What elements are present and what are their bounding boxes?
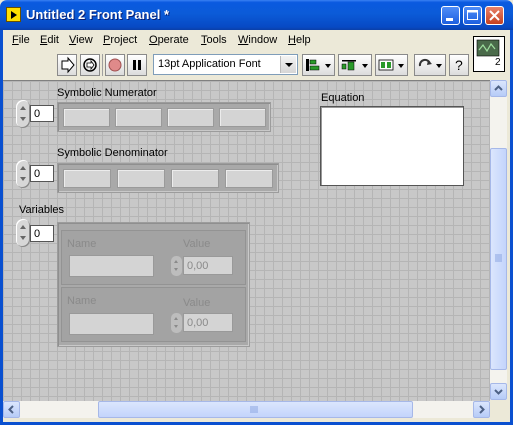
menu-edit[interactable]: Edit <box>40 34 59 46</box>
distribute-icon <box>341 60 368 71</box>
denominator-index-spinner[interactable] <box>16 160 30 188</box>
reorder-icon <box>418 58 442 68</box>
align-objects-button[interactable] <box>302 54 335 76</box>
menu-view[interactable]: View <box>69 34 93 46</box>
chevron-down-icon[interactable] <box>280 56 296 73</box>
menu-help[interactable]: Help <box>288 34 311 46</box>
chevron-up-icon <box>494 85 503 91</box>
equation-label: Equation <box>321 92 365 104</box>
numerator-element[interactable] <box>63 108 110 127</box>
numerator-label: Symbolic Numerator <box>57 87 157 99</box>
resize-icon <box>378 59 404 71</box>
vertical-scroll-thumb[interactable] <box>490 148 507 370</box>
denominator-element[interactable] <box>63 169 111 188</box>
numerator-array <box>57 102 271 132</box>
align-icon <box>306 59 331 71</box>
maximize-icon <box>467 10 478 20</box>
scroll-up-button[interactable] <box>490 80 507 97</box>
numerator-element[interactable] <box>167 108 214 127</box>
variable-value-spinner[interactable] <box>171 313 182 333</box>
variable-name-field[interactable] <box>69 255 154 277</box>
variable-value-spinner[interactable] <box>171 256 182 276</box>
denominator-label: Symbolic Denominator <box>57 147 168 159</box>
pause-icon <box>133 60 141 70</box>
variables-label: Variables <box>19 204 65 216</box>
variables-index-field[interactable]: 0 <box>30 225 54 242</box>
variables-array: Name Value 0,00 Name Value 0,00 <box>57 222 250 347</box>
run-button[interactable] <box>57 54 77 76</box>
menu-window[interactable]: Window <box>238 34 277 46</box>
variables-index-spinner[interactable] <box>16 219 30 247</box>
menu-file[interactable]: File <box>12 34 30 46</box>
title-bar[interactable]: Untitled 2 Front Panel * <box>0 0 513 30</box>
abort-button[interactable] <box>105 54 125 76</box>
resize-objects-button[interactable] <box>375 54 408 76</box>
labview-app-icon[interactable] <box>6 7 21 22</box>
pause-button[interactable] <box>127 54 147 76</box>
font-select-value: 13pt Application Font <box>158 58 261 70</box>
svg-text:?: ? <box>455 57 463 73</box>
numerator-index-field[interactable]: 0 <box>30 105 54 122</box>
minimize-icon <box>446 18 453 21</box>
menu-project[interactable]: Project <box>103 34 137 46</box>
variable-cluster: Name Value 0,00 <box>61 287 246 342</box>
horizontal-scroll-thumb[interactable] <box>98 401 413 418</box>
chevron-right-icon <box>479 405 485 414</box>
variable-name-field[interactable] <box>69 313 154 335</box>
distribute-objects-button[interactable] <box>338 54 372 76</box>
name-label: Name <box>67 238 97 250</box>
context-help-button[interactable]: ? <box>449 54 469 76</box>
menu-tools[interactable]: Tools <box>201 34 227 46</box>
denominator-index-field[interactable]: 0 <box>30 165 54 182</box>
value-label: Value <box>183 238 211 250</box>
vertical-scrollbar[interactable] <box>490 80 507 400</box>
denominator-element[interactable] <box>117 169 165 188</box>
numerator-element[interactable] <box>219 108 266 127</box>
close-icon <box>489 10 500 21</box>
chevron-down-icon <box>494 389 503 395</box>
variable-value: 0,00 <box>187 260 209 272</box>
scroll-down-button[interactable] <box>490 383 507 400</box>
denominator-index-value: 0 <box>34 168 41 180</box>
chevron-left-icon <box>8 405 14 414</box>
minimize-button[interactable] <box>441 6 460 25</box>
maximize-button[interactable] <box>463 6 482 25</box>
help-icon: ? <box>455 57 463 73</box>
run-continuously-button[interactable] <box>80 54 100 76</box>
horizontal-scrollbar[interactable] <box>3 401 490 418</box>
font-select[interactable]: 13pt Application Font <box>153 54 298 75</box>
denominator-array <box>57 163 279 193</box>
denominator-element[interactable] <box>225 169 273 188</box>
run-arrow-icon <box>61 56 75 74</box>
vi-connector-icon[interactable]: 2 <box>473 36 505 72</box>
variable-value: 0,00 <box>187 317 209 329</box>
equation-display[interactable] <box>320 106 464 186</box>
variable-value-field[interactable]: 0,00 <box>183 256 233 275</box>
scrollbar-corner <box>490 401 507 418</box>
value-label: Value <box>183 297 211 309</box>
toolbar-separator <box>102 54 103 76</box>
scroll-right-button[interactable] <box>473 401 490 418</box>
close-button[interactable] <box>485 6 504 25</box>
window-title: Untitled 2 Front Panel * <box>26 7 170 22</box>
vi-icon-number: 2 <box>495 57 501 68</box>
run-continuously-icon <box>83 58 97 72</box>
numerator-index-spinner[interactable] <box>16 100 30 128</box>
reorder-button[interactable] <box>414 54 446 76</box>
denominator-element[interactable] <box>171 169 219 188</box>
menu-bar: File Edit View Project Operate Tools Win… <box>3 30 473 50</box>
numerator-index-value: 0 <box>34 108 41 120</box>
scroll-left-button[interactable] <box>3 401 20 418</box>
menu-operate[interactable]: Operate <box>149 34 189 46</box>
numerator-element[interactable] <box>115 108 162 127</box>
abort-icon <box>108 58 122 72</box>
variable-cluster: Name Value 0,00 <box>61 230 246 285</box>
variable-value-field[interactable]: 0,00 <box>183 313 233 332</box>
name-label: Name <box>67 295 97 307</box>
variables-index-value: 0 <box>34 228 41 240</box>
